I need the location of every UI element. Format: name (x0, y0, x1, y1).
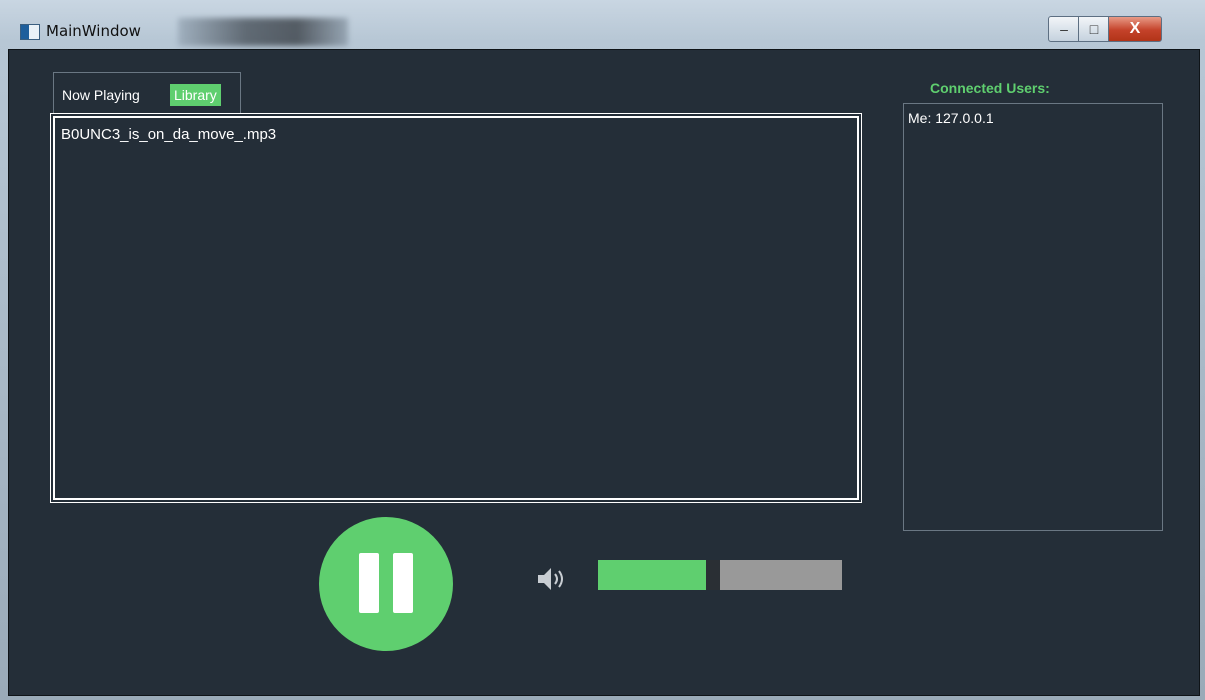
volume-slider[interactable] (598, 560, 842, 590)
tab-bar: Now Playing Library (53, 72, 241, 113)
tab-now-playing[interactable]: Now Playing (58, 84, 144, 106)
connected-users-list[interactable]: Me: 127.0.0.1 (903, 103, 1163, 531)
play-pause-button[interactable] (319, 517, 453, 651)
title-bar[interactable]: MainWindow – □ X (8, 8, 1198, 48)
window-title: MainWindow (46, 22, 141, 40)
speaker-icon[interactable] (536, 564, 570, 594)
minimize-button[interactable]: – (1048, 16, 1080, 42)
minimize-icon: – (1060, 21, 1068, 37)
tab-library[interactable]: Library (170, 84, 221, 106)
app-icon (20, 24, 40, 40)
title-redaction (178, 18, 348, 46)
main-panel: Now Playing Library B0UNC3_is_on_da_move… (8, 49, 1200, 696)
pause-icon (359, 553, 379, 613)
connected-users-label: Connected Users: (930, 80, 1050, 96)
maximize-icon: □ (1089, 21, 1099, 37)
volume-handle[interactable] (706, 560, 720, 590)
volume-fill (598, 560, 706, 590)
list-item[interactable]: B0UNC3_is_on_da_move_.mp3 (61, 126, 276, 143)
close-button[interactable]: X (1108, 16, 1162, 42)
pause-icon-bar (393, 553, 413, 613)
library-list[interactable]: B0UNC3_is_on_da_move_.mp3 (50, 113, 862, 503)
user-item[interactable]: Me: 127.0.0.1 (908, 110, 994, 126)
close-icon: X (1129, 20, 1141, 37)
maximize-button[interactable]: □ (1078, 16, 1110, 42)
